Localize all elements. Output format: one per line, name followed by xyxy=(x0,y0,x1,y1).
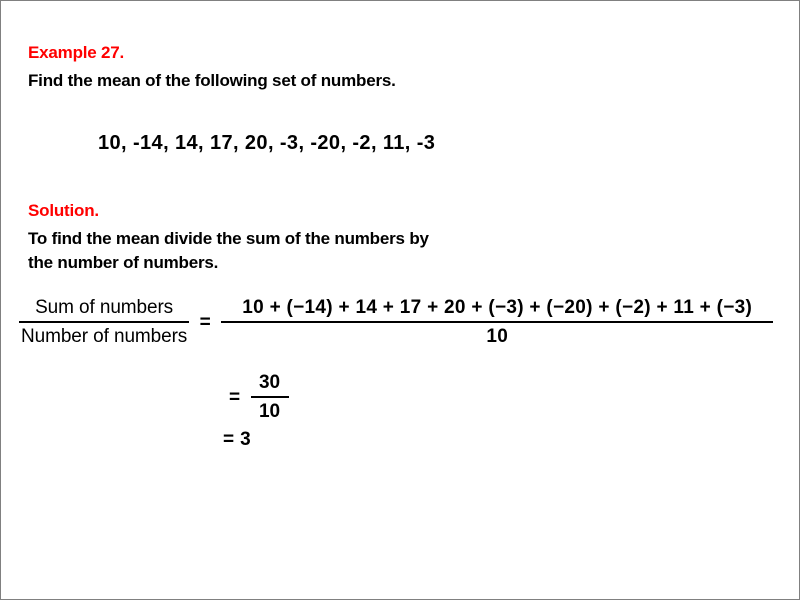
reduced-denominator: 10 xyxy=(258,401,281,422)
equation-line-3: = 3 xyxy=(223,429,251,451)
formula-denominator-label: Number of numbers xyxy=(21,326,188,347)
equals-sign-1: = xyxy=(199,311,211,333)
solution-label: Solution. xyxy=(28,201,99,220)
formula-numerator-label: Sum of numbers xyxy=(35,297,174,318)
sum-denominator: 10 xyxy=(486,326,509,347)
worksheet-page: Example 27. Find the mean of the followi… xyxy=(0,0,800,600)
problem-instruction: Find the mean of the following set of nu… xyxy=(28,71,396,90)
solution-explanation-line-2: the number of numbers. xyxy=(28,253,219,272)
final-answer: 3 xyxy=(240,429,251,450)
equals-sign-3: = xyxy=(223,429,235,450)
sum-numerator: 10 + (−14) + 14 + 17 + 20 + (−3) + (−20)… xyxy=(242,297,753,318)
reduced-fraction: 30 10 xyxy=(250,372,289,423)
solution-explanation-line-1: To find the mean divide the sum of the n… xyxy=(28,229,429,248)
fraction-bar xyxy=(19,321,190,323)
reduced-numerator: 30 xyxy=(258,372,281,393)
fraction-bar xyxy=(250,396,289,398)
equation-line-2: = 30 10 xyxy=(223,372,289,423)
sum-fraction: 10 + (−14) + 14 + 17 + 20 + (−3) + (−20)… xyxy=(221,297,774,348)
mean-formula-fraction: Sum of numbers Number of numbers xyxy=(19,297,190,348)
equation-line-1: Sum of numbers Number of numbers = 10 + … xyxy=(19,297,774,348)
fraction-bar xyxy=(221,321,774,323)
example-label: Example 27. xyxy=(28,43,125,62)
number-set: 10, -14, 14, 17, 20, -3, -20, -2, 11, -3 xyxy=(98,132,436,154)
equals-sign-2: = xyxy=(229,386,241,408)
